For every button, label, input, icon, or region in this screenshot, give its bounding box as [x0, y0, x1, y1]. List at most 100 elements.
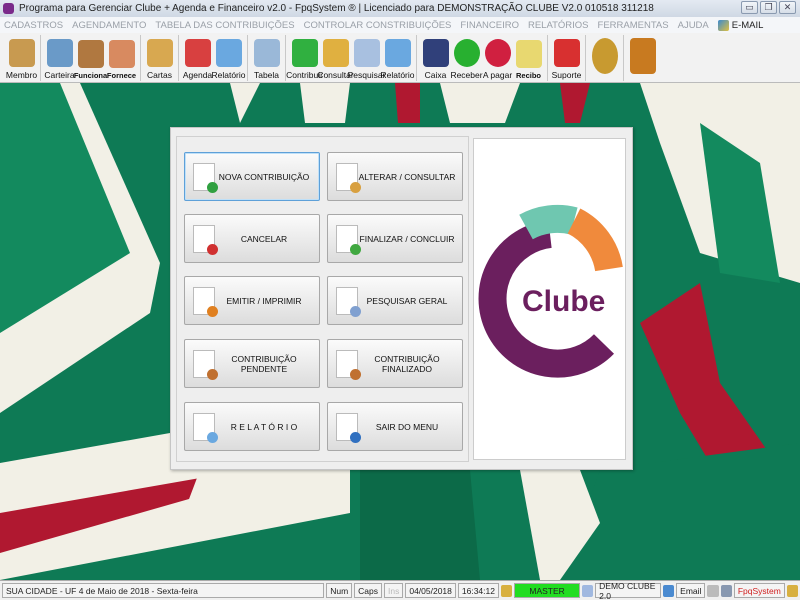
menu-email[interactable]: E-MAIL: [717, 19, 763, 31]
network-icon[interactable]: [720, 584, 732, 597]
toolbar-separator: [247, 35, 248, 81]
letter-scroll-icon: [146, 39, 173, 67]
toolbar-receipt-button[interactable]: Recibo: [513, 33, 544, 83]
clube-logo: Clube: [478, 204, 623, 378]
emitir-imprimir-button[interactable]: EMITIR / IMPRIMIR: [184, 276, 320, 325]
toolbar-receive-money-button[interactable]: Receber: [450, 33, 483, 83]
menu-controlar-constribui-es[interactable]: CONTROLAR CONSTRIBUIÇÕES: [304, 20, 452, 31]
calendar-icon: [184, 39, 211, 67]
minimize-button[interactable]: ▭: [741, 1, 758, 14]
menu-financeiro[interactable]: FINANCEIRO: [460, 20, 519, 31]
contribuic-a-o-pendente-button[interactable]: CONTRIBUIÇÃO PENDENTE: [184, 339, 320, 388]
relato-ri-o-button[interactable]: R E L A T Ó R I O: [184, 402, 320, 451]
toolbar-separator: [585, 35, 586, 81]
toolbar-exit-door-button[interactable]: [627, 33, 658, 83]
status-brand: FpqSystem: [733, 583, 785, 598]
toolbar-cash-book-button[interactable]: Caixa: [420, 33, 451, 83]
button-label: NOVA CONTRIBUIÇÃO: [218, 171, 310, 182]
logo-box: Clube: [473, 138, 626, 460]
coin-icon: [591, 38, 618, 74]
toolbar-folder-button[interactable]: Consultar: [317, 33, 354, 83]
finalizar-concluir-button[interactable]: FINALIZAR / CONCLUIR: [327, 214, 463, 263]
toolbar-label: Cartas: [146, 70, 173, 80]
search-icon: [353, 39, 380, 67]
toolbar-label: Caixa: [424, 70, 447, 80]
toolbar-separator: [140, 35, 141, 81]
document-icon: [193, 224, 218, 255]
status-ins: Ins: [384, 583, 404, 598]
badge-icon: [207, 431, 218, 443]
toolbar-label: Membro: [5, 70, 38, 80]
menu-bar: CADASTROS AGENDAMENTO TABELA DAS CONTRIBUI…: [0, 17, 800, 33]
menu-tabela-das-contribui-es[interactable]: TABELA DAS CONTRIBUIÇÕES: [155, 20, 294, 31]
document-icon: [193, 349, 218, 380]
menu-cadastros[interactable]: CADASTROS: [4, 20, 63, 31]
company-icon: [581, 584, 594, 597]
toolbar-label: Relatório: [211, 70, 246, 80]
restore-button[interactable]: ❐: [760, 1, 777, 14]
close-button[interactable]: ✕: [779, 1, 796, 14]
document-icon: [253, 39, 280, 67]
button-group: NOVA CONTRIBUIÇÃO ALTERAR / CONSULTAR CANC…: [176, 136, 469, 462]
contribuic-a-o-finalizado-button[interactable]: CONTRIBUIÇÃO FINALIZADO: [327, 339, 463, 388]
status-company: DEMO CLUBE 2.0: [595, 581, 661, 601]
user-icon: [786, 584, 798, 597]
sair-do-menu-button[interactable]: SAIR DO MENU: [327, 402, 463, 451]
toolbar-supplier-button[interactable]: Fornece: [106, 33, 137, 83]
toolbar-printer-button[interactable]: Relatório: [211, 33, 246, 83]
status-time: 16:34:12: [457, 583, 499, 598]
toolbar-letter-scroll-button[interactable]: Cartas: [144, 33, 175, 83]
toolbar-label: Funciona: [73, 71, 108, 80]
user-icon: [500, 584, 513, 597]
folder-icon: [322, 39, 349, 67]
printer-icon: [384, 39, 411, 67]
document-icon: [336, 349, 361, 380]
toolbar-calendar-button[interactable]: Agenda: [182, 33, 213, 83]
toolbar-document-button[interactable]: Tabela: [251, 33, 282, 83]
menu-relat-rios[interactable]: RELATÓRIOS: [528, 20, 589, 31]
button-label: SAIR DO MENU: [375, 421, 439, 432]
status-caps: Caps: [354, 583, 382, 598]
button-label: EMITIR / IMPRIMIR: [226, 295, 302, 306]
button-label: CONTRIBUIÇÃO FINALIZADO: [374, 353, 440, 374]
button-label: CANCELAR: [240, 233, 288, 244]
toolbar-id-card-button[interactable]: Carteira: [44, 33, 75, 83]
badge-icon: [350, 181, 361, 193]
email-icon: [662, 584, 675, 597]
toolbar-search-button[interactable]: Pesquisar: [348, 33, 385, 83]
toolbar-label: Fornece: [106, 71, 137, 80]
printer-icon[interactable]: [707, 584, 719, 597]
button-label: FINALIZAR / CONCLUIR: [359, 233, 455, 244]
toolbar-support-button[interactable]: Suporte: [551, 33, 582, 83]
nova-contribuic-a-o-button[interactable]: NOVA CONTRIBUIÇÃO: [184, 152, 320, 201]
status-date: 04/05/2018: [405, 583, 456, 598]
toolbar-label: Relatório: [380, 70, 415, 80]
toolbar-separator: [416, 35, 417, 81]
menu-ajuda[interactable]: AJUDA: [678, 20, 709, 31]
toolbar-printer-button[interactable]: Relatório: [380, 33, 415, 83]
supplier-icon: [108, 40, 135, 68]
toolbar-dollar-button[interactable]: Contribuir: [286, 33, 323, 83]
document-icon: [193, 286, 218, 317]
toolbar-separator: [623, 35, 624, 81]
badge-icon: [350, 431, 361, 443]
status-num: Num: [326, 583, 353, 598]
toolbar-label: Carteira: [44, 70, 75, 80]
toolbar-employee-button[interactable]: Funciona: [73, 33, 108, 83]
toolbar: Membro Carteira Funciona Fornece Cartas Agend…: [0, 33, 800, 83]
toolbar-label: Tabela: [253, 70, 280, 80]
email-icon: [717, 19, 729, 31]
cancelar-button[interactable]: CANCELAR: [184, 214, 320, 263]
toolbar-members-button[interactable]: Membro: [6, 33, 37, 83]
menu-ferramentas[interactable]: FERRAMENTAS: [598, 20, 669, 31]
printer-icon: [215, 39, 242, 67]
receipt-icon: [515, 40, 542, 68]
menu-agendamento[interactable]: AGENDAMENTO: [72, 20, 146, 31]
email-button[interactable]: Email: [676, 583, 706, 598]
toolbar-coin-button[interactable]: [589, 33, 620, 83]
id-card-icon: [46, 39, 73, 67]
toolbar-pay-money-button[interactable]: A pagar: [482, 33, 513, 83]
window-title: Programa para Gerenciar Clube + Agenda e…: [19, 3, 654, 14]
alterar-consultar-button[interactable]: ALTERAR / CONSULTAR: [327, 152, 463, 201]
pesquisar-geral-button[interactable]: PESQUISAR GERAL: [327, 276, 463, 325]
